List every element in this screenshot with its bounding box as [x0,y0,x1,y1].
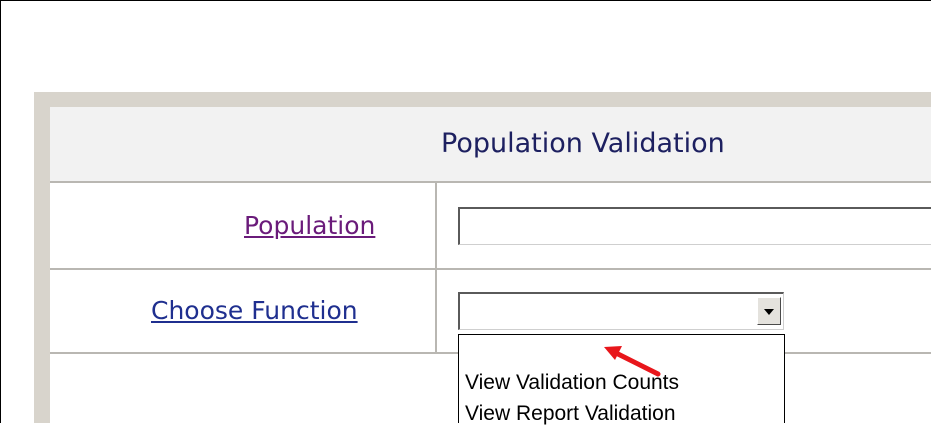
choose-function-link[interactable]: Choose Function [151,296,358,325]
population-link[interactable]: Population [244,211,375,240]
dropdown-option-view-report-validation[interactable]: View Report Validation [465,402,676,426]
row-divider [50,268,931,270]
chevron-down-icon[interactable] [757,297,781,325]
function-select[interactable] [458,292,784,330]
population-input[interactable] [458,207,931,245]
red-arrow-icon [604,346,661,377]
column-divider [435,183,437,352]
page-title: Population Validation [441,128,725,159]
